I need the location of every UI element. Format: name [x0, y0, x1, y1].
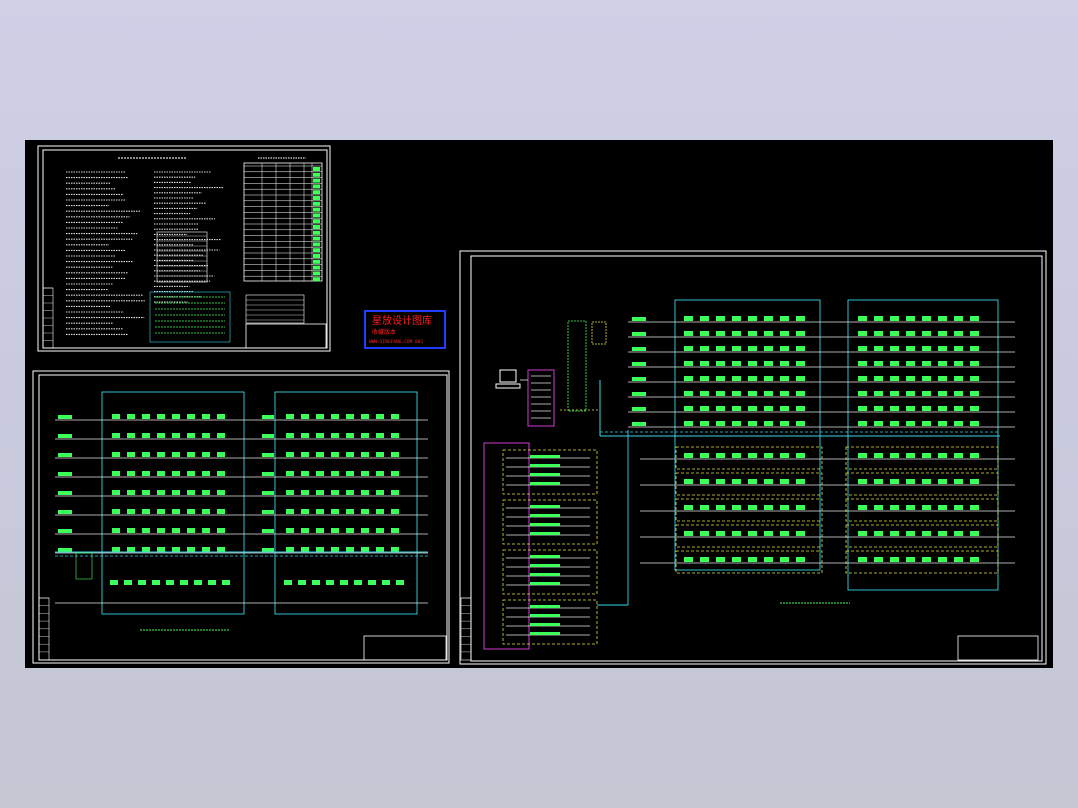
stamp-line2: WWW.XINGFANG.COM 001	[369, 339, 423, 345]
cad-drawing: 星放设计图库 收藏版本 WWW.XINGFANG.COM 001	[32, 145, 1047, 665]
watermark-stamp: 星放设计图库 收藏版本 WWW.XINGFANG.COM 001	[364, 310, 446, 349]
stamp-title: 星放设计图库	[372, 314, 432, 327]
design-notes-sheet[interactable]	[37, 145, 331, 352]
stamp-line1: 收藏版本	[372, 328, 396, 336]
notes-title-block	[245, 323, 327, 349]
notes-text-block	[42, 157, 231, 349]
sheet2-circuits	[460, 299, 1015, 661]
cad-viewport[interactable]: 星放设计图库 收藏版本 WWW.XINGFANG.COM 001	[0, 0, 1078, 808]
sheet1-title-block	[363, 635, 447, 661]
notes-legend-table	[243, 157, 323, 324]
sheet1-circuits	[38, 391, 428, 661]
riser-diagram-sheet-1[interactable]	[32, 370, 450, 664]
computer-icon	[495, 369, 521, 389]
sheet2-title-block	[957, 635, 1039, 661]
riser-diagram-sheet-2[interactable]	[459, 250, 1047, 665]
